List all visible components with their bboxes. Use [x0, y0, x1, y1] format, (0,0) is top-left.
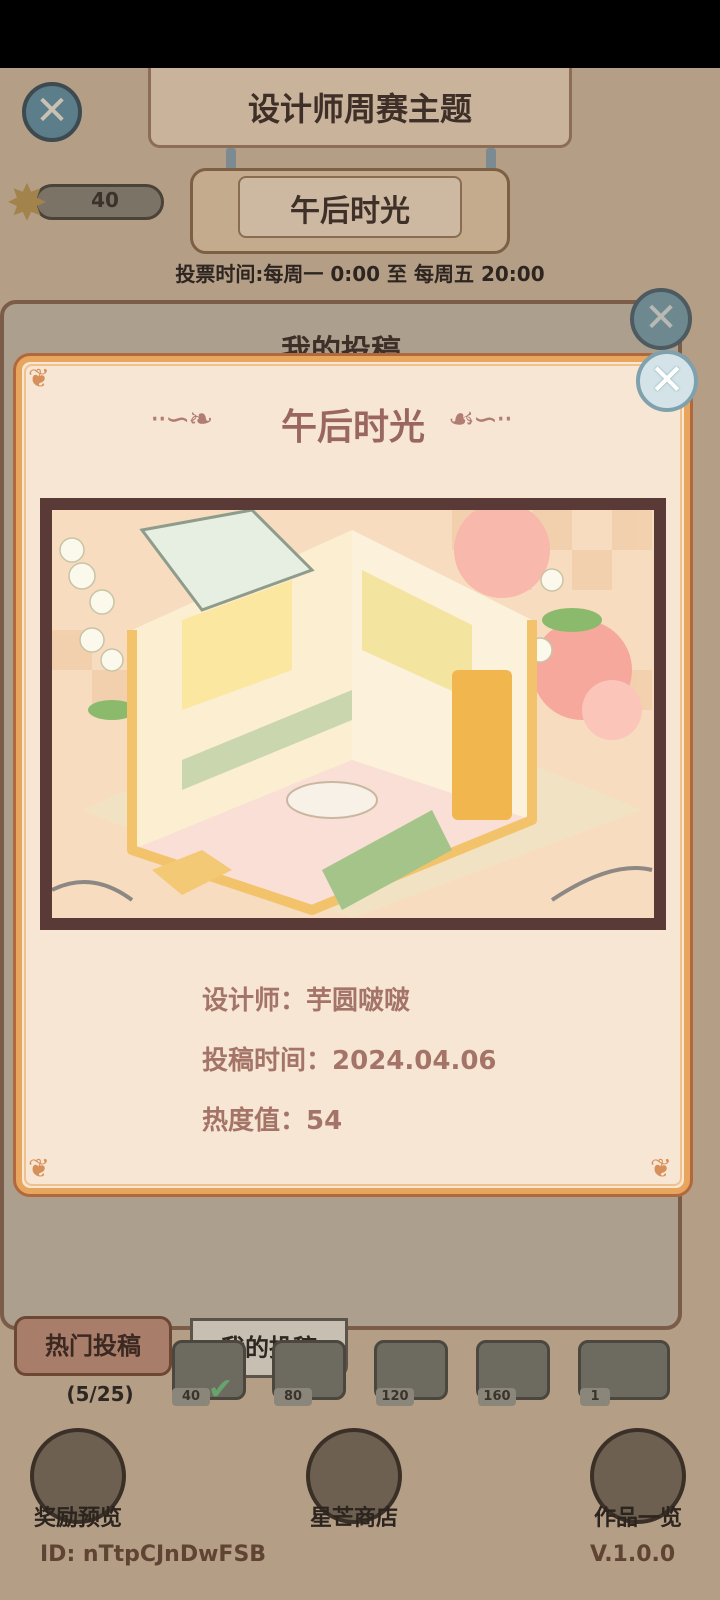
reward-value: 120	[376, 1388, 414, 1406]
popup-close-icon[interactable]: ✕	[636, 350, 698, 412]
reward-value: 160	[478, 1388, 516, 1406]
heat-label: 热度值：	[202, 1106, 307, 1136]
close-icon[interactable]: ✕	[22, 82, 82, 142]
star-shop-label: 星芒商店	[309, 1506, 398, 1531]
rewards-preview-label: 奖励预览	[33, 1506, 122, 1531]
vote-time: 投票时间:每周一 0:00 至 每周五 20:00	[175, 262, 545, 286]
popup-title: 午后时光	[280, 407, 425, 448]
reward-progress: (5/25)	[66, 1382, 134, 1406]
flourish-right-icon: ☙∽··	[448, 402, 513, 437]
submit-time-value: 2024.04.06	[332, 1046, 497, 1076]
corner-ornament-icon: ❦	[650, 1154, 672, 1184]
player-id: ID: nTtpCJnDwFSB	[40, 1542, 267, 1567]
corner-ornament-icon: ❦	[28, 1154, 50, 1184]
status-bar	[0, 0, 720, 68]
heat-value: 54	[306, 1106, 343, 1136]
star-count: 40	[91, 188, 119, 212]
corner-ornament-icon: ❦	[28, 364, 50, 394]
tab-label: 热门投稿	[45, 1332, 141, 1360]
header-title: 设计师周赛主题	[247, 90, 472, 128]
submit-time-label: 投稿时间：	[202, 1046, 333, 1076]
version: V.1.0.0	[590, 1542, 676, 1567]
theme-name: 午后时光	[290, 194, 410, 229]
heat-row: 热度值：54	[202, 1100, 342, 1137]
designer-label: 设计师：	[202, 986, 307, 1016]
design-image	[40, 498, 666, 930]
reward-value: 40	[172, 1388, 210, 1406]
submit-time-row: 投稿时间：2024.04.06	[202, 1040, 497, 1077]
works-overview-label: 作品一览	[593, 1506, 682, 1531]
reward-value: 80	[274, 1388, 312, 1406]
designer-name: 芋圆啵啵	[306, 986, 411, 1016]
panel-close-icon[interactable]: ✕	[630, 288, 692, 350]
tab-hot-submissions[interactable]: 热门投稿	[14, 1316, 172, 1376]
check-icon: ✔	[208, 1372, 234, 1407]
reward-value: 1	[580, 1388, 610, 1406]
star-icon: ✸	[6, 174, 48, 232]
room-illustration	[52, 510, 654, 918]
designer-row: 设计师：芋圆啵啵	[202, 980, 410, 1017]
